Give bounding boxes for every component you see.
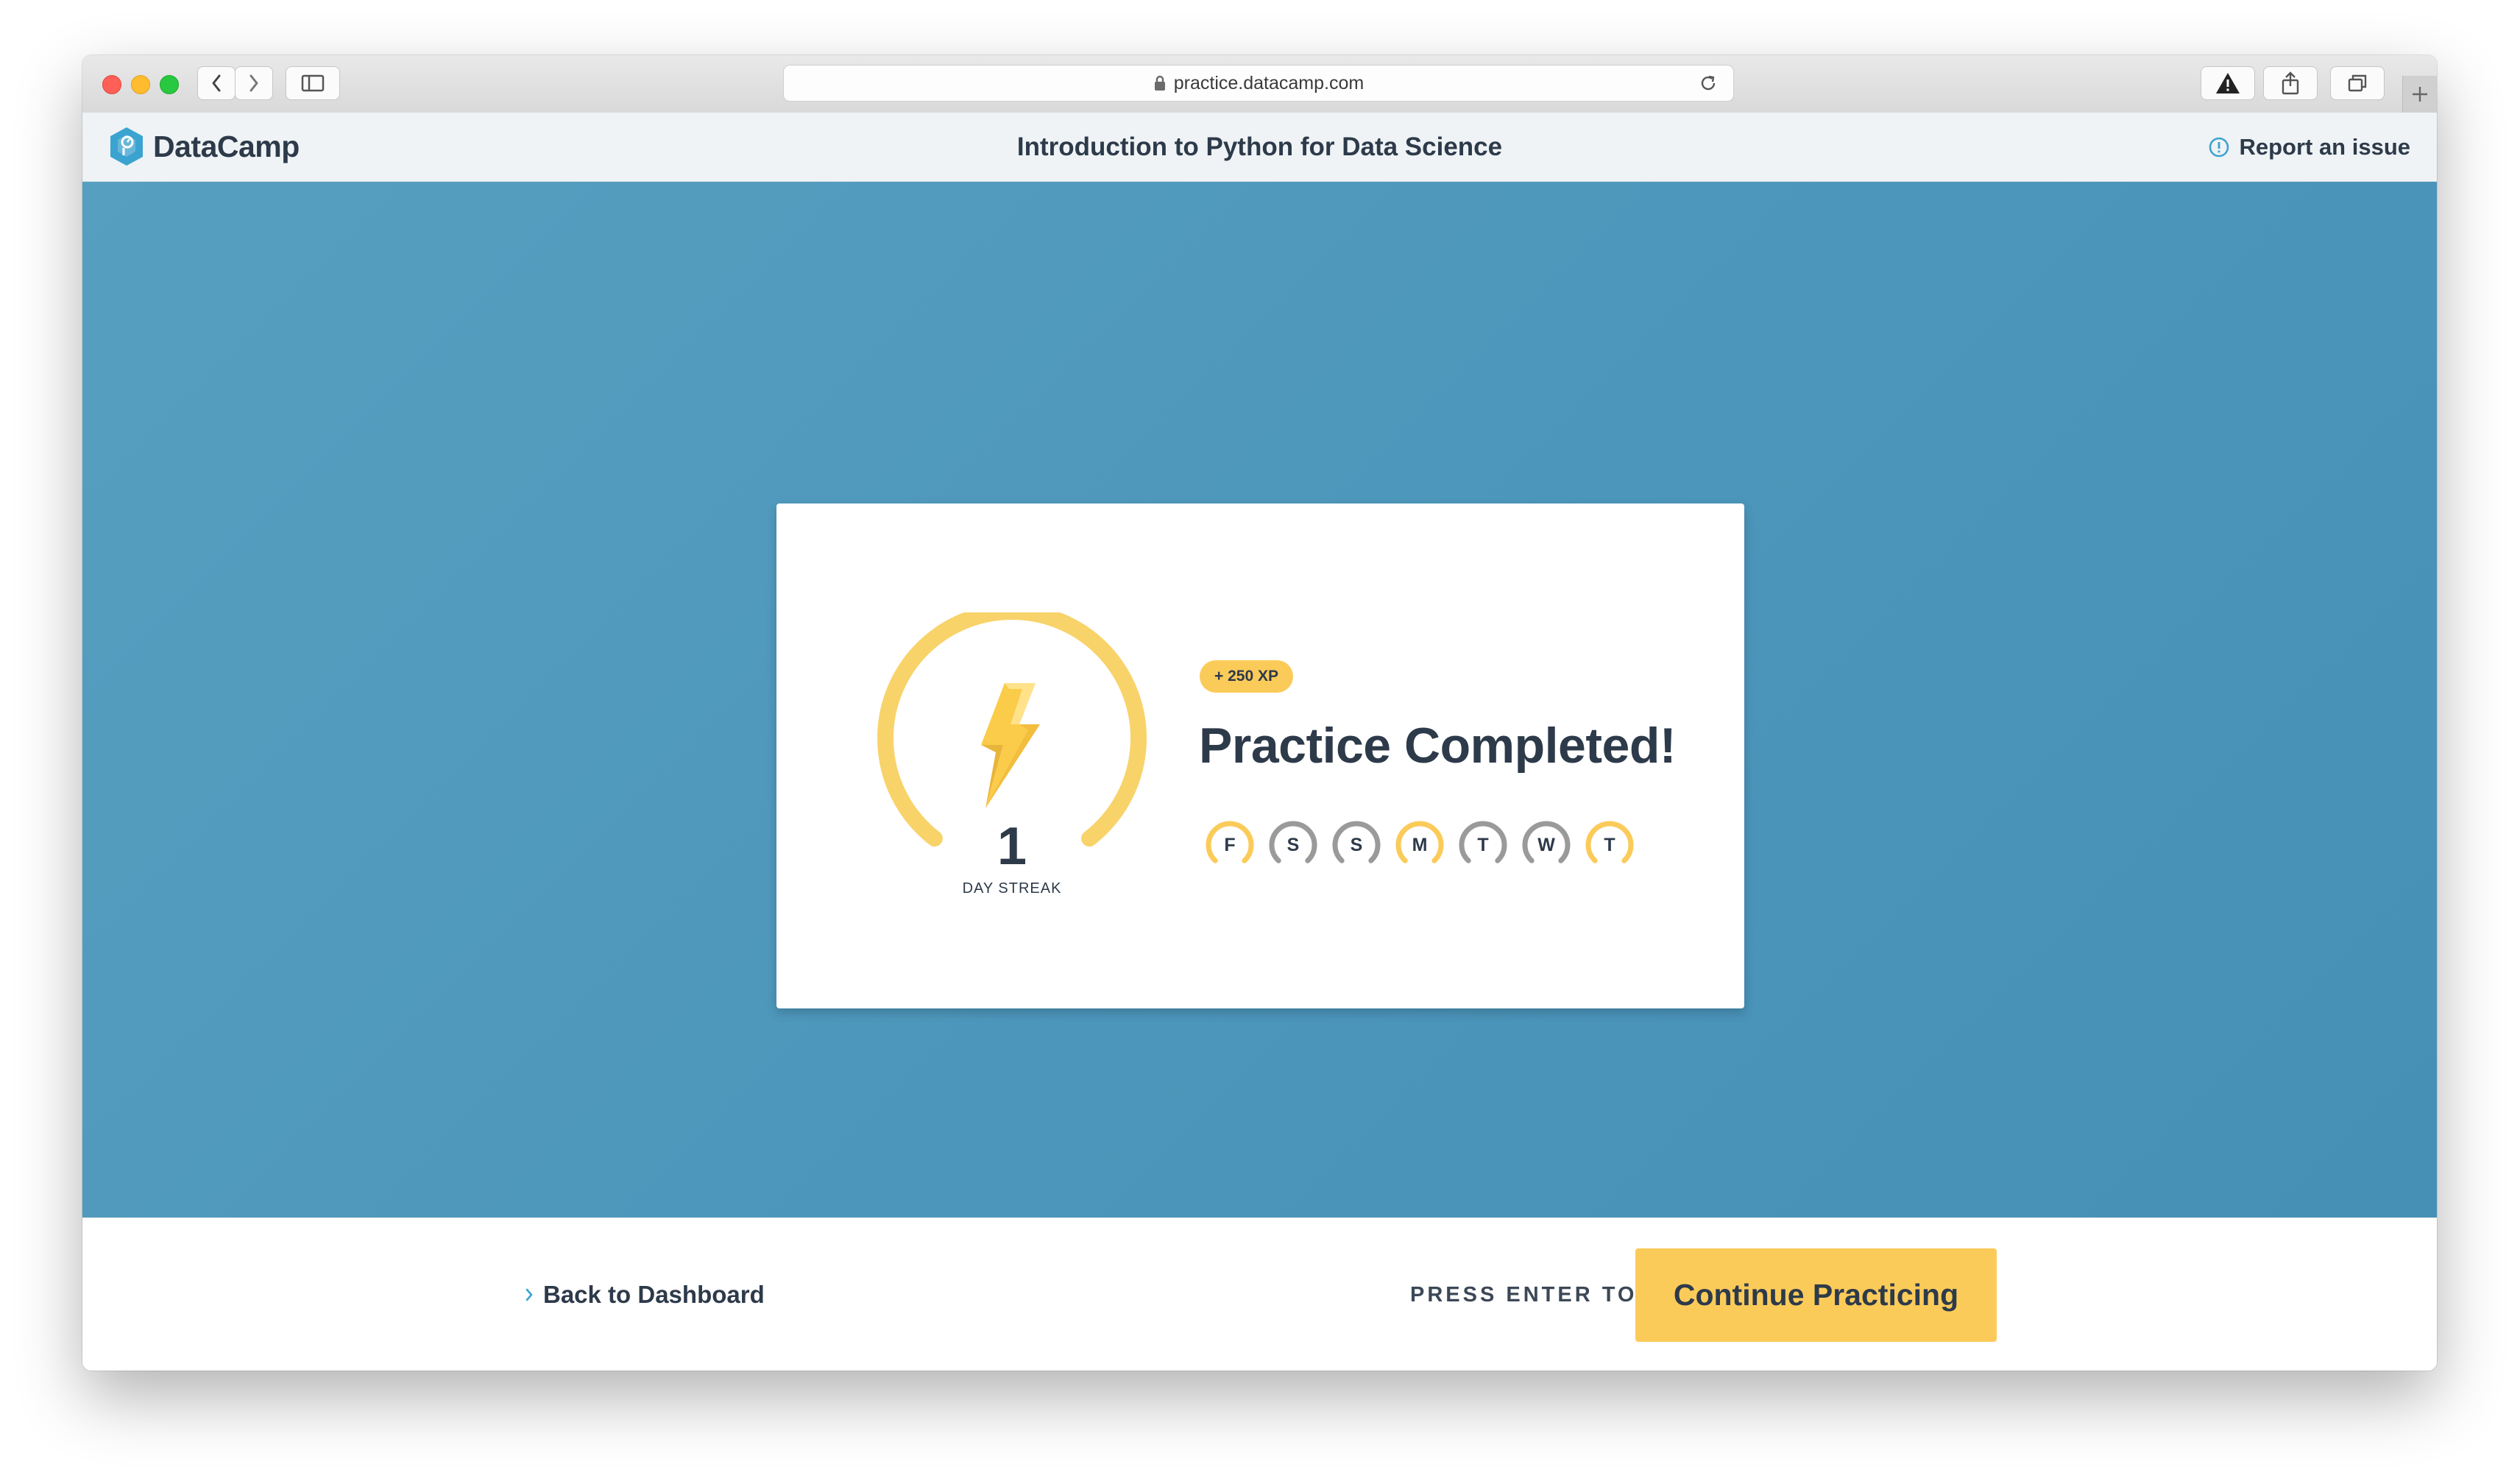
day-indicator: T: [1457, 819, 1509, 872]
day-indicator: M: [1393, 819, 1446, 872]
sidebar-button[interactable]: [286, 66, 340, 100]
main-area: 1 DAY STREAK + 250 XP Practice Completed…: [82, 182, 2437, 1217]
streak-label: DAY STREAK: [962, 880, 1062, 897]
warning-button[interactable]: [2201, 66, 2255, 100]
day-letter: T: [1477, 835, 1489, 855]
chevron-right-icon: [525, 1288, 533, 1301]
back-to-dashboard-link[interactable]: Back to Dashboard: [524, 1218, 765, 1371]
warning-icon: [2216, 73, 2240, 93]
lock-icon: [1154, 75, 1165, 91]
reload-icon[interactable]: [1698, 73, 1719, 93]
forward-button[interactable]: [235, 66, 273, 100]
practice-result-card: 1 DAY STREAK + 250 XP Practice Completed…: [776, 503, 1744, 1008]
practice-completed-title: Practice Completed!: [1199, 718, 1677, 774]
browser-toolbar: practice.datacamp.com: [82, 55, 2437, 113]
share-icon: [2282, 71, 2299, 95]
day-indicator: F: [1203, 819, 1256, 872]
minimize-window-button[interactable]: [131, 75, 150, 94]
close-window-button[interactable]: [102, 75, 121, 94]
back-to-dashboard-label: Back to Dashboard: [543, 1281, 765, 1308]
day-letter: T: [1604, 835, 1615, 855]
report-issue-label: Report an issue: [2239, 133, 2410, 160]
tabs-overview-button[interactable]: [2330, 66, 2385, 100]
continue-practicing-button[interactable]: Continue Practicing: [1635, 1248, 1997, 1342]
day-indicator: T: [1583, 819, 1636, 872]
app-header: DataCamp Introduction to Python for Data…: [82, 113, 2437, 182]
press-enter-hint: PRESS ENTER TO: [1410, 1283, 1638, 1307]
info-circle-icon: [2209, 137, 2229, 157]
day-letter: W: [1537, 835, 1555, 855]
day-letter: S: [1286, 835, 1300, 855]
sidebar-icon: [301, 74, 325, 92]
day-letter: F: [1224, 835, 1236, 855]
zoom-window-button[interactable]: [160, 75, 179, 94]
weekday-streak-row: FSSMTWT: [1203, 819, 1646, 872]
share-button[interactable]: [2263, 66, 2318, 100]
streak-count: 1: [997, 817, 1027, 876]
xp-badge: + 250 XP: [1200, 660, 1293, 693]
chevron-left-icon: [212, 74, 221, 92]
browser-window: practice.datacamp.com DataCamp Introduct…: [82, 55, 2437, 1371]
day-indicator: S: [1267, 819, 1320, 872]
day-indicator: S: [1330, 819, 1383, 872]
chevron-right-icon: [249, 74, 258, 92]
day-indicator: W: [1520, 819, 1573, 872]
report-issue-link[interactable]: Report an issue: [2208, 113, 2410, 181]
day-letter: M: [1412, 835, 1428, 855]
day-letter: S: [1350, 835, 1363, 855]
new-tab-button[interactable]: [2402, 76, 2437, 113]
back-button[interactable]: [197, 66, 236, 100]
address-bar[interactable]: practice.datacamp.com: [783, 65, 1734, 102]
plus-icon: [2413, 87, 2427, 102]
footer-bar: Back to Dashboard PRESS ENTER TO Continu…: [82, 1217, 2437, 1371]
lightning-bolt-icon: [981, 683, 1040, 808]
url-text: practice.datacamp.com: [1173, 72, 1365, 93]
course-title: Introduction to Python for Data Science: [1016, 132, 1503, 161]
tabs-overview-icon: [2348, 74, 2367, 92]
